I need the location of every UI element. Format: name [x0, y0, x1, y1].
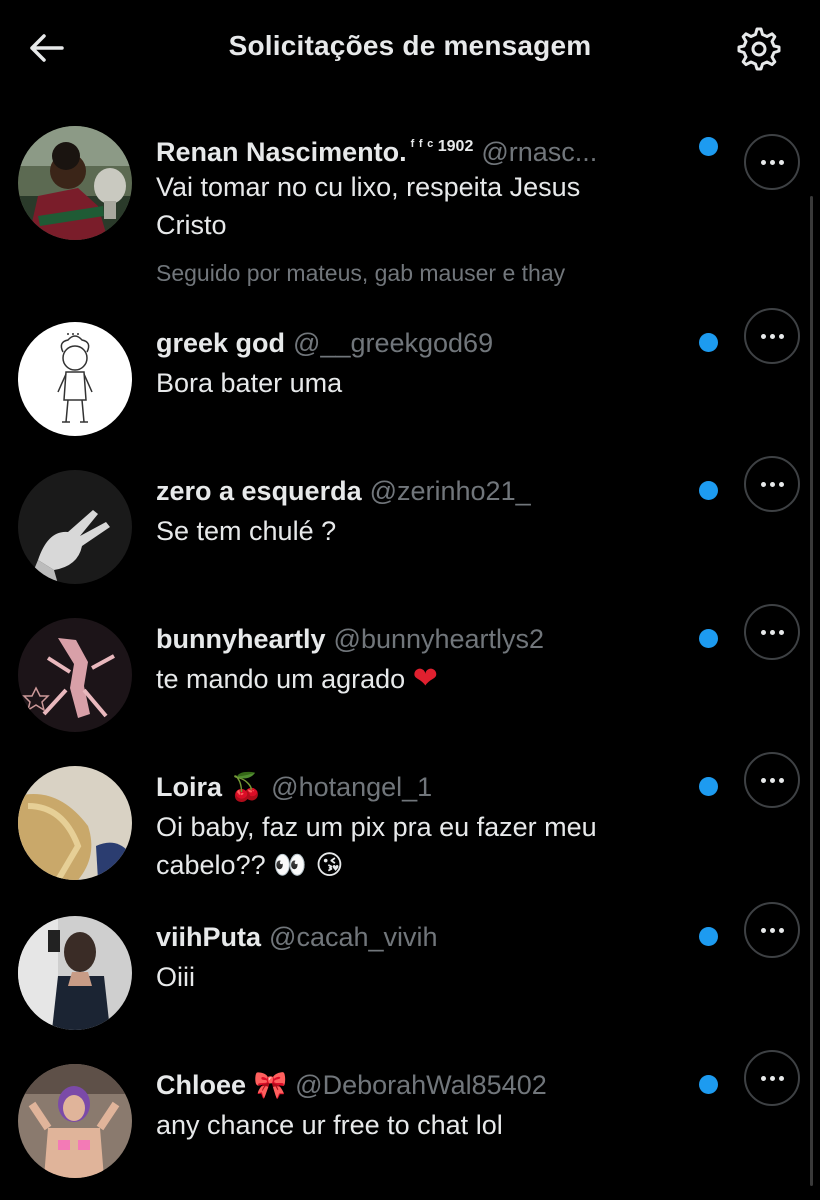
more-horizontal-icon — [760, 629, 784, 635]
message-preview: Oiii — [156, 958, 696, 996]
more-horizontal-icon — [760, 777, 784, 783]
message-text: te mando um agrado — [156, 664, 406, 694]
display-name: Loira — [156, 772, 223, 802]
red-heart-emoji: ❤ — [412, 661, 438, 696]
more-options-button[interactable] — [744, 902, 800, 958]
more-options-button[interactable] — [744, 752, 800, 808]
avatar[interactable] — [18, 126, 132, 240]
page-title: Solicitações de mensagem — [228, 30, 592, 61]
more-options-button[interactable] — [744, 604, 800, 660]
name-line: Loira 🍒 @hotangel_1 — [156, 770, 686, 805]
message-preview: Se tem chulé ? — [156, 512, 696, 550]
username-handle: @hotangel_1 — [271, 772, 433, 802]
name-suffix: ᶠ ᶠ ᶜ 1902 — [410, 138, 474, 155]
scrollbar[interactable] — [810, 196, 813, 1186]
unread-indicator — [699, 137, 718, 156]
cherry-emoji: 🍒 — [229, 772, 264, 803]
eyes-kiss-emoji: 👀 😘 — [273, 850, 344, 881]
avatar[interactable] — [18, 916, 132, 1030]
ribbon-emoji: 🎀 — [253, 1070, 288, 1101]
name-line: zero a esquerda @zerinho21_ — [156, 474, 686, 508]
display-name: zero a esquerda — [156, 476, 362, 506]
unread-indicator — [699, 927, 718, 946]
display-name: Chloee — [156, 1070, 247, 1100]
message-line: Se tem chulé ? — [156, 516, 337, 546]
name-line: viihPuta @cacah_vivih — [156, 920, 686, 954]
username-handle: @DeborahWal85402 — [295, 1070, 547, 1100]
message-preview: Vai tomar no cu lixo, respeita Jesus Cri… — [156, 168, 696, 244]
display-name: viihPuta — [156, 922, 262, 952]
username-handle: @rnasc... — [481, 137, 598, 167]
name-line: Chloee 🎀 @DeborahWal85402 — [156, 1068, 686, 1103]
message-text: cabelo?? — [156, 850, 266, 880]
message-line: Oi baby, faz um pix pra eu fazer meu — [156, 812, 597, 842]
message-preview: any chance ur free to chat lol — [156, 1106, 696, 1144]
message-line: Bora bater uma — [156, 368, 343, 398]
avatar[interactable] — [18, 618, 132, 732]
username-handle: @cacah_vivih — [269, 922, 438, 952]
message-preview: Bora bater uma — [156, 364, 696, 402]
username-handle: @zerinho21_ — [369, 476, 531, 506]
more-horizontal-icon — [760, 481, 784, 487]
display-name: Renan Nascimento. — [156, 137, 407, 167]
unread-indicator — [699, 1075, 718, 1094]
more-options-button[interactable] — [744, 456, 800, 512]
username-handle: @__greekgod69 — [293, 328, 494, 358]
more-options-button[interactable] — [744, 308, 800, 364]
followed-by-text: Seguido por mateus, gab mauser e thay — [156, 260, 566, 286]
message-preview: te mando um agrado ❤ — [156, 660, 696, 698]
message-line: Oiii — [156, 962, 195, 992]
more-horizontal-icon — [760, 1075, 784, 1081]
message-line: Cristo — [156, 210, 227, 240]
username-handle: @bunnyheartlys2 — [333, 624, 545, 654]
message-line: cabelo?? 👀 😘 — [156, 846, 696, 885]
more-horizontal-icon — [760, 333, 784, 339]
unread-indicator — [699, 481, 718, 500]
avatar[interactable] — [18, 322, 132, 436]
more-options-button[interactable] — [744, 1050, 800, 1106]
message-line: Vai tomar no cu lixo, respeita Jesus — [156, 172, 581, 202]
unread-indicator — [699, 777, 718, 796]
message-line: te mando um agrado ❤ — [156, 660, 696, 698]
more-options-button[interactable] — [744, 134, 800, 190]
display-name: greek god — [156, 328, 286, 358]
avatar[interactable] — [18, 470, 132, 584]
message-line: any chance ur free to chat lol — [156, 1110, 503, 1140]
message-preview: Oi baby, faz um pix pra eu fazer meu cab… — [156, 808, 696, 885]
name-line: greek god @__greekgod69 — [156, 326, 686, 360]
more-horizontal-icon — [760, 159, 784, 165]
more-horizontal-icon — [760, 927, 784, 933]
top-bar: Solicitações de mensagem — [0, 0, 820, 96]
unread-indicator — [699, 333, 718, 352]
settings-button[interactable] — [736, 26, 782, 72]
display-name: bunnyheartly — [156, 624, 326, 654]
name-line: bunnyheartly @bunnyheartlys2 — [156, 622, 686, 656]
name-line: Renan Nascimento. ᶠ ᶠ ᶜ 1902 @rnasc... — [156, 130, 686, 169]
avatar[interactable] — [18, 766, 132, 880]
gear-icon — [737, 27, 781, 71]
avatar[interactable] — [18, 1064, 132, 1178]
unread-indicator — [699, 629, 718, 648]
